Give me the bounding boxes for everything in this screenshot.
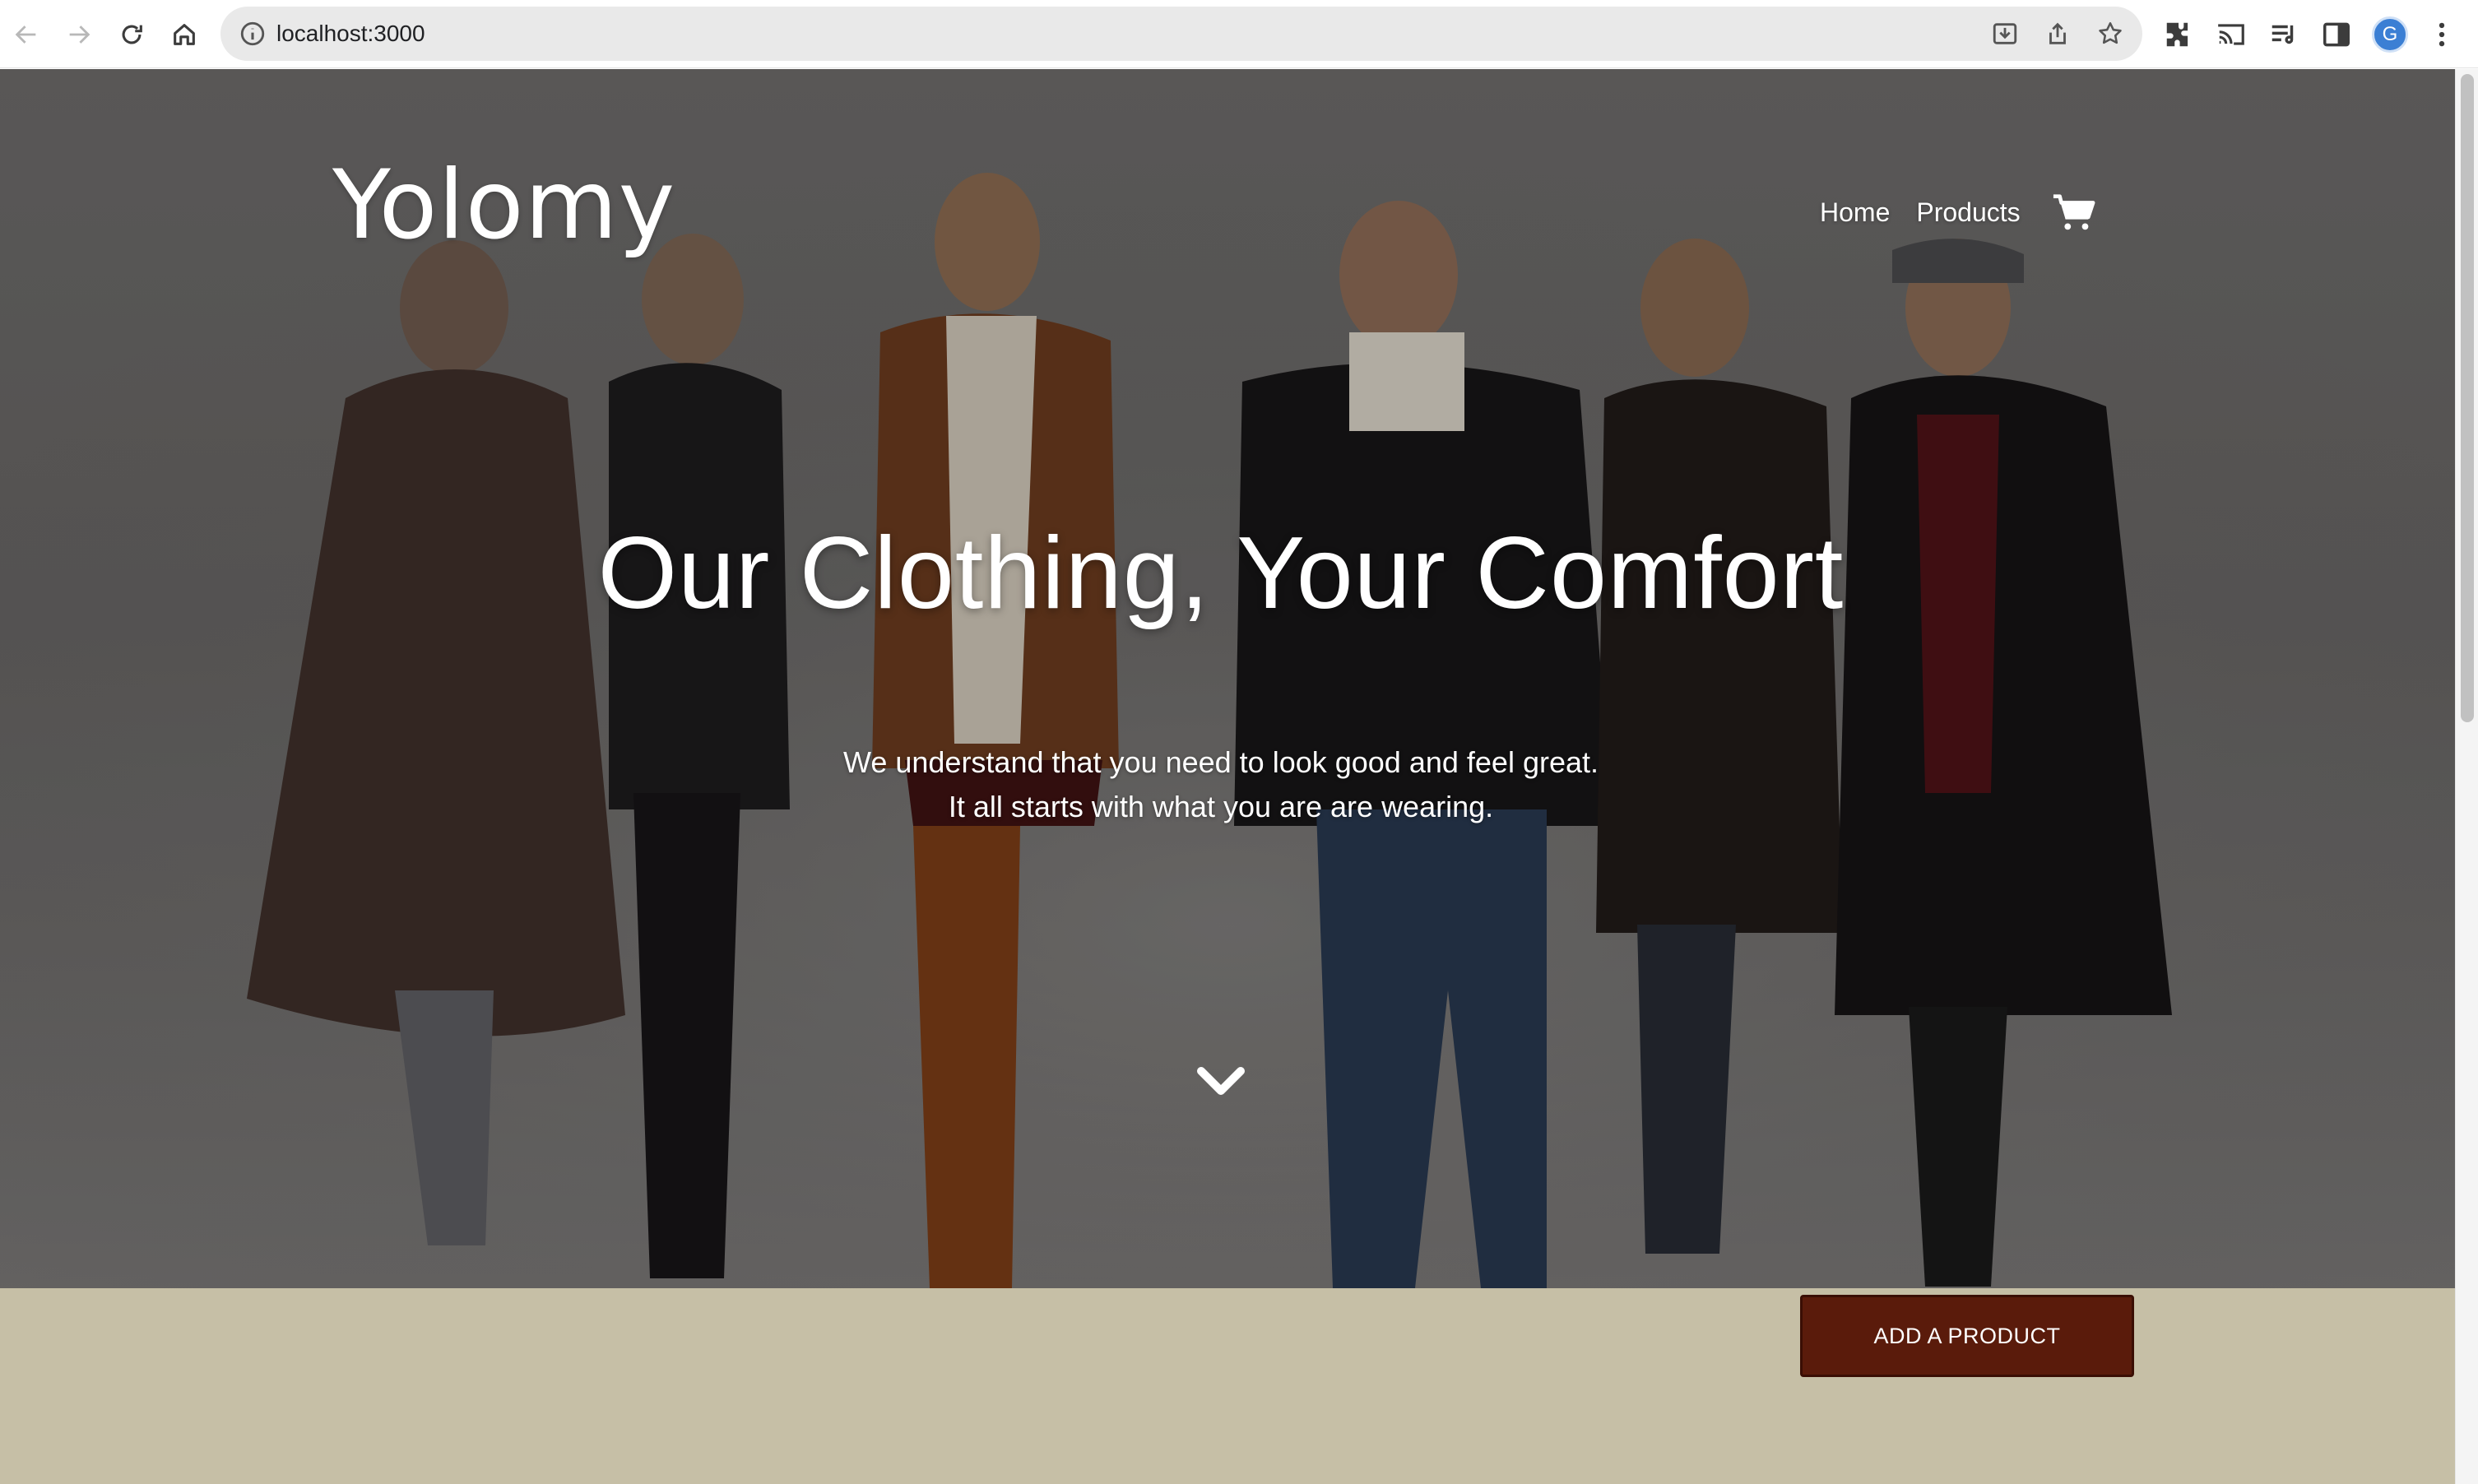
share-icon[interactable] (2044, 20, 2072, 48)
reload-button[interactable] (112, 15, 151, 54)
more-menu-button[interactable] (2425, 18, 2458, 51)
cast-button[interactable] (2215, 18, 2248, 51)
side-panel-icon (2323, 22, 2350, 47)
forward-button[interactable] (59, 15, 99, 54)
nav-home-link[interactable]: Home (1820, 197, 1890, 228)
profile-avatar[interactable]: G (2372, 16, 2408, 53)
hero-subline-2: It all starts with what you are are wear… (948, 790, 1494, 823)
forward-arrow-icon (69, 26, 90, 44)
back-button[interactable] (7, 15, 46, 54)
address-bar[interactable]: localhost:3000 (220, 7, 2142, 61)
side-panel-button[interactable] (2320, 18, 2353, 51)
home-button[interactable] (165, 15, 204, 54)
brand-logo[interactable]: Yolomy (332, 150, 675, 261)
shopping-cart-icon[interactable] (2052, 192, 2096, 232)
back-arrow-icon (15, 26, 36, 44)
add-product-button[interactable]: ADD A PRODUCT (1800, 1295, 2134, 1377)
hero-section: Yolomy Home Products Our Clothing, Your … (0, 69, 2455, 1288)
bookmark-star-icon[interactable] (2096, 20, 2124, 48)
reading-list-button[interactable] (2267, 18, 2300, 51)
nav-products-link[interactable]: Products (1916, 197, 2020, 228)
hero-headline: Our Clothing, Your Comfort (597, 517, 1845, 630)
reading-list-icon (2272, 25, 2294, 44)
browser-toolbar: localhost:3000 G (0, 0, 2478, 68)
home-icon (174, 24, 195, 45)
site-info-icon[interactable] (239, 20, 267, 48)
extensions-button[interactable] (2162, 18, 2195, 51)
main-nav: Home Products (1820, 192, 2096, 232)
extensions-puzzle-icon (2166, 22, 2188, 47)
page-viewport: Yolomy Home Products Our Clothing, Your … (0, 69, 2455, 1484)
page-scrollbar[interactable] (2455, 69, 2478, 1484)
install-app-icon[interactable] (1991, 20, 2019, 48)
reload-icon (122, 25, 142, 44)
more-menu-icon (2439, 22, 2445, 47)
cast-icon (2218, 24, 2244, 45)
hero-subline-1: We understand that you need to look good… (843, 745, 1599, 779)
scroll-down-chevron-icon[interactable] (1196, 1063, 1246, 1099)
url-text[interactable]: localhost:3000 (276, 7, 425, 61)
scrollbar-thumb[interactable] (2461, 74, 2474, 722)
